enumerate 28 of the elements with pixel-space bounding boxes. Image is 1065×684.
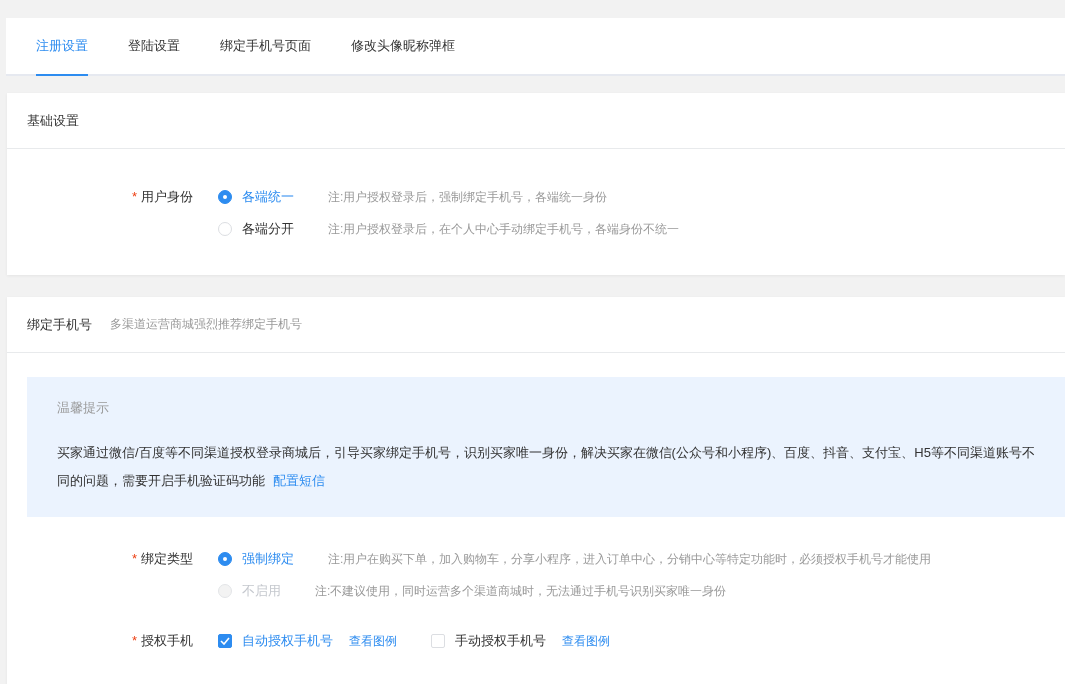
radio-option[interactable]: 各端分开 bbox=[218, 220, 294, 238]
example-link[interactable]: 查看图例 bbox=[562, 632, 610, 650]
checkbox-option[interactable]: 自动授权手机号 bbox=[218, 632, 333, 650]
section-title: 绑定手机号 bbox=[27, 315, 92, 334]
tab[interactable]: 修改头像昵称弹框 bbox=[351, 18, 455, 76]
checkbox-option[interactable]: 手动授权手机号 bbox=[431, 632, 546, 650]
option-note: 注:用户在购买下单，加入购物车，分享小程序，进入订单中心，分销中心等特定功能时，必须授权手机号才能使用 bbox=[328, 550, 932, 568]
radio-option[interactable]: 各端统一 bbox=[218, 188, 294, 206]
section-subtitle: 多渠道运营商城强烈推荐绑定手机号 bbox=[110, 316, 302, 333]
option-note: 注:用户授权登录后，强制绑定手机号，各端统一身份 bbox=[328, 188, 608, 206]
option-note: 注:不建议使用，同时运营多个渠道商城时，无法通过手机号识别买家唯一身份 bbox=[315, 582, 727, 600]
field-label: 绑定类型 bbox=[141, 551, 193, 566]
tip-title: 温馨提示 bbox=[57, 399, 109, 417]
option-note: 注:用户授权登录后，在个人中心手动绑定手机号，各端身份不统一 bbox=[328, 220, 680, 238]
section-title: 基础设置 bbox=[27, 111, 79, 130]
required-mark: * bbox=[131, 633, 137, 648]
sms-link[interactable]: 配置短信 bbox=[273, 473, 325, 488]
check-icon bbox=[220, 637, 230, 645]
field-label: 授权手机 bbox=[141, 633, 193, 648]
field-label: 用户身份 bbox=[141, 189, 193, 204]
required-mark: * bbox=[131, 551, 137, 566]
tip-text: 买家通过微信/百度等不同渠道授权登录商城后，引导买家绑定手机号，识别买家唯一身份，解决买家在微信(公众号和小程序)、百度、抖音、支付宝、H5等不同渠道账号不同的问题，需要开启手机验证码功能 配置短信 bbox=[57, 444, 1036, 490]
tab[interactable]: 登陆设置 bbox=[128, 18, 180, 76]
example-link[interactable]: 查看图例 bbox=[349, 632, 397, 650]
tab[interactable]: 注册设置 bbox=[36, 18, 88, 76]
required-mark: * bbox=[131, 189, 137, 204]
tab[interactable]: 绑定手机号页面 bbox=[220, 18, 311, 76]
radio-option[interactable]: 强制绑定 bbox=[218, 550, 294, 568]
